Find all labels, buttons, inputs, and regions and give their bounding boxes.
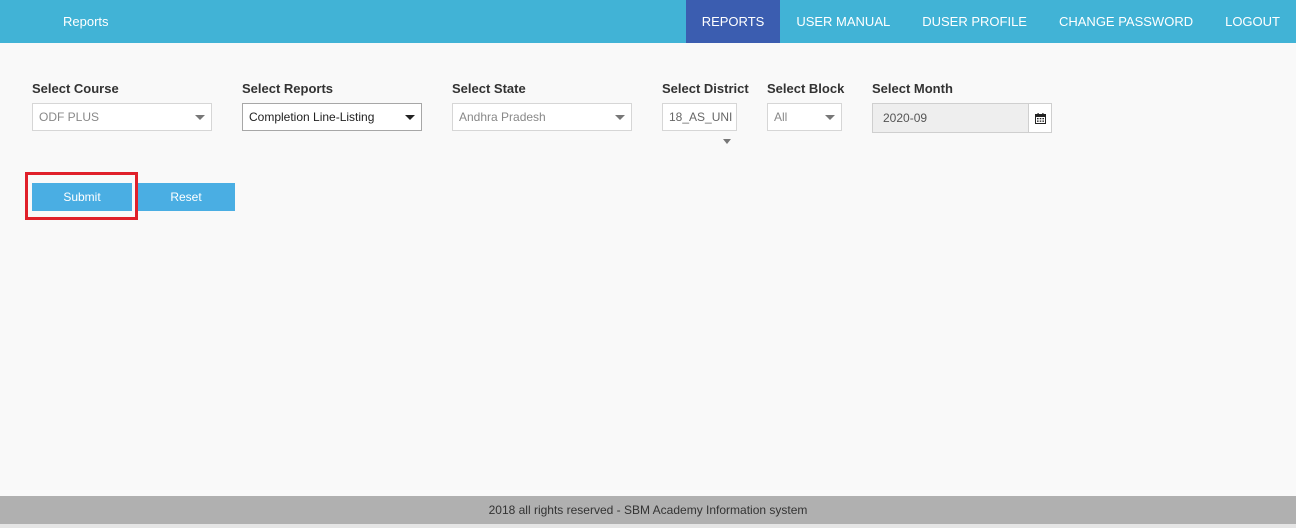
state-selected-value: Andhra Pradesh (459, 110, 546, 124)
nav-item-logout[interactable]: LOGOUT (1209, 0, 1296, 43)
block-select[interactable]: All (767, 103, 842, 131)
reports-selected-value: Completion Line-Listing (249, 110, 375, 124)
course-field: Select Course ODF PLUS (32, 81, 212, 131)
course-selected-value: ODF PLUS (39, 110, 100, 124)
calendar-button[interactable] (1028, 104, 1051, 132)
nav-item-reports[interactable]: REPORTS (685, 0, 781, 43)
calendar-icon (1034, 112, 1046, 124)
footer-divider (0, 524, 1296, 528)
district-label: Select District (662, 81, 749, 96)
reports-label: Select Reports (242, 81, 334, 96)
caret-down-icon (195, 115, 205, 120)
course-select[interactable]: ODF PLUS (32, 103, 212, 131)
block-selected-value: All (774, 110, 788, 124)
nav-item-duser-profile[interactable]: DUSER PROFILE (906, 0, 1043, 43)
caret-down-icon (615, 115, 625, 120)
block-label: Select Block (767, 81, 845, 96)
footer-text: 2018 all rights reserved - SBM Academy I… (488, 503, 808, 517)
main-nav: REPORTS USER MANUAL DUSER PROFILE CHANGE… (685, 0, 1296, 43)
footer: 2018 all rights reserved - SBM Academy I… (0, 496, 1296, 524)
state-field: Select State Andhra Pradesh (452, 81, 632, 131)
nav-item-change-password[interactable]: CHANGE PASSWORD (1043, 0, 1209, 43)
reports-field: Select Reports Completion Line-Listing (242, 81, 422, 131)
reports-select[interactable]: Completion Line-Listing (242, 103, 422, 131)
month-label: Select Month (872, 81, 953, 96)
district-field: Select District 18_AS_UNI (662, 81, 749, 144)
caret-down-icon (405, 115, 415, 120)
block-field: Select Block All (767, 81, 845, 131)
caret-down-icon (723, 139, 731, 144)
state-label: Select State (452, 81, 526, 96)
state-select[interactable]: Andhra Pradesh (452, 103, 632, 131)
submit-highlight-box (25, 172, 138, 220)
app-title: Reports (63, 14, 109, 29)
month-value: 2020-09 (883, 111, 928, 125)
district-selected-value: 18_AS_UNI (669, 110, 733, 124)
caret-down-icon (825, 115, 835, 120)
top-navigation-bar: Reports REPORTS USER MANUAL DUSER PROFIL… (0, 0, 1296, 43)
nav-item-user-manual[interactable]: USER MANUAL (780, 0, 906, 43)
reset-button[interactable]: Reset (137, 183, 235, 211)
district-select[interactable]: 18_AS_UNI (662, 103, 737, 131)
course-label: Select Course (32, 81, 119, 96)
month-field: Select Month 2020-09 (872, 81, 1052, 133)
month-input[interactable]: 2020-09 (872, 103, 1052, 133)
